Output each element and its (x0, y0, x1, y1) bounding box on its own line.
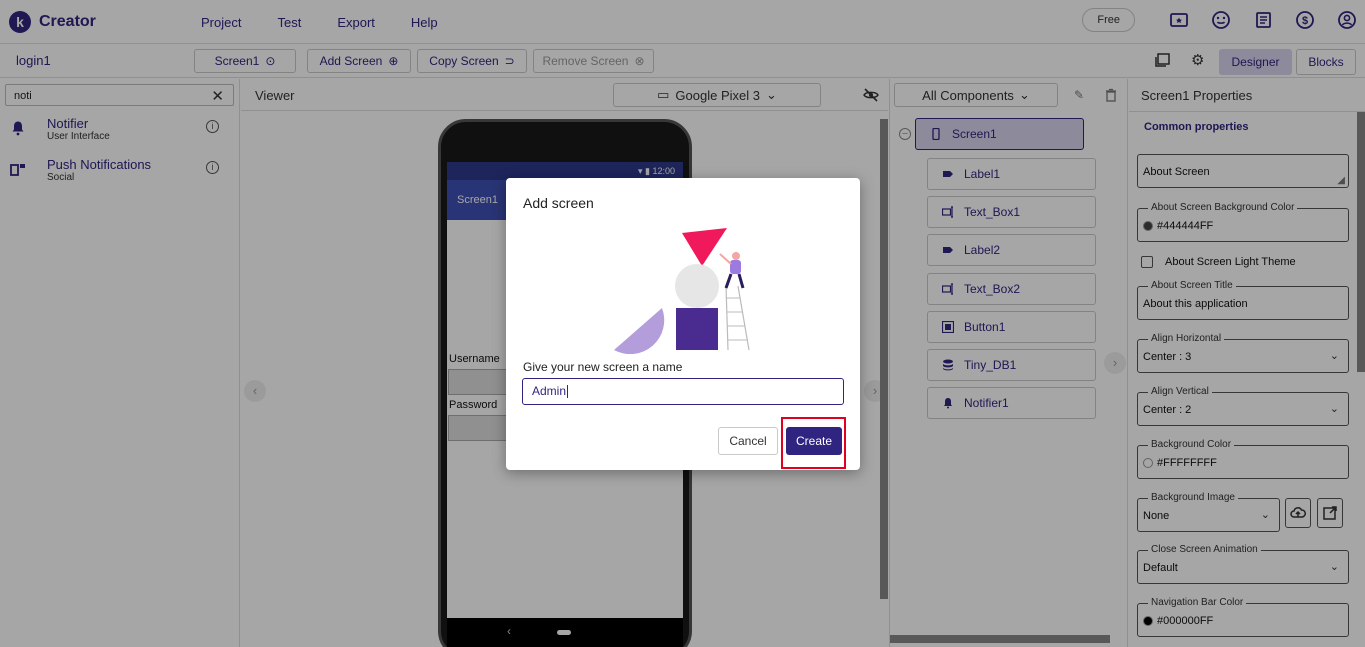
screen-name-input[interactable]: Admin (522, 378, 844, 405)
screen-name-value: Admin (532, 384, 567, 398)
text-caret (567, 385, 569, 399)
cancel-button[interactable]: Cancel (718, 427, 778, 455)
screen-name-label: Give your new screen a name (523, 360, 683, 374)
create-button-highlight (781, 417, 846, 469)
add-screen-illustration (614, 228, 750, 354)
add-screen-dialog: Add screen Give your new screen a name A… (506, 178, 860, 470)
dialog-title: Add screen (523, 195, 594, 211)
